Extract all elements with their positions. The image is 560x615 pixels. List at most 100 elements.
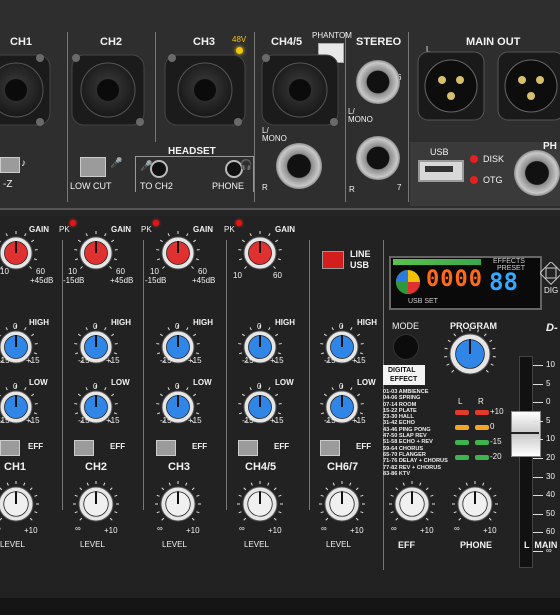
low-label: LOW xyxy=(357,378,376,387)
gain-scale: 60 xyxy=(116,267,125,276)
brand-d: D- xyxy=(546,322,558,334)
level-plus10-mark: +10 xyxy=(350,526,364,535)
eff-switch[interactable] xyxy=(320,440,340,456)
meter-led xyxy=(455,455,469,460)
line-label: LINE xyxy=(350,249,371,259)
fader-tick xyxy=(533,458,543,459)
gain-scale: 10 xyxy=(0,267,9,276)
low-zero-mark: 0 xyxy=(257,382,262,391)
low-plus15-mark: +15 xyxy=(352,416,366,425)
high-minus15-mark: -15 xyxy=(160,356,172,365)
high-label: HIGH xyxy=(29,318,49,327)
high-plus15-mark: +15 xyxy=(188,356,202,365)
brand-dig: DIG xyxy=(544,286,559,295)
low-plus15-mark: +15 xyxy=(270,416,284,425)
fader-scale-label: 60 xyxy=(546,527,555,537)
meter-led xyxy=(455,425,469,430)
brand-logo-icon xyxy=(540,262,560,286)
level-knob[interactable] xyxy=(155,481,201,522)
gain-scale: 10 xyxy=(233,271,242,280)
fader-slot xyxy=(519,356,533,568)
level-inf-mark: ∞ xyxy=(454,524,460,533)
eff-switch[interactable] xyxy=(0,440,20,456)
high-minus15-mark: -15 xyxy=(242,356,254,365)
eff-switch[interactable] xyxy=(74,440,94,456)
eff-label: EFF xyxy=(192,442,208,451)
phone-level-knob[interactable] xyxy=(452,481,498,522)
meter-r-label: R xyxy=(478,397,484,406)
high-label: HIGH xyxy=(193,318,213,327)
low-label: LOW xyxy=(193,378,212,387)
fader-scale-label: 50 xyxy=(546,508,555,518)
meter-led xyxy=(475,425,489,430)
level-knob[interactable] xyxy=(237,481,283,522)
gain-knob[interactable] xyxy=(74,231,118,270)
high-zero-mark: 0 xyxy=(13,322,18,331)
gain-knob[interactable] xyxy=(238,231,282,270)
high-plus15-mark: +15 xyxy=(352,356,366,365)
gain-db: -15dB xyxy=(63,276,85,285)
fader-tick xyxy=(533,402,543,404)
fader-line xyxy=(511,432,539,434)
level-plus10-mark: +10 xyxy=(104,526,118,535)
meter-led xyxy=(455,410,469,415)
eff-switch[interactable] xyxy=(238,440,258,456)
low-minus15-mark: -15 xyxy=(0,416,10,425)
fader-tick xyxy=(533,383,543,385)
high-label: HIGH xyxy=(275,318,295,327)
mode-button[interactable] xyxy=(393,334,419,360)
fader-tick xyxy=(533,495,543,497)
ch2-label: CH2 xyxy=(85,461,108,473)
low-zero-mark: 0 xyxy=(93,382,98,391)
level-knob[interactable] xyxy=(73,481,119,522)
level-inf-mark: ∞ xyxy=(239,524,245,533)
ch1-label: CH1 xyxy=(4,461,27,473)
eff-switch[interactable] xyxy=(156,440,176,456)
gain-knob[interactable] xyxy=(156,231,200,270)
gain-scale: 60 xyxy=(273,271,282,280)
gain-db: +45dB xyxy=(192,276,216,285)
eff-level-knob[interactable] xyxy=(389,481,435,522)
gain-scale: 60 xyxy=(36,267,45,276)
level-knob[interactable] xyxy=(0,481,39,522)
low-minus15-mark: -15 xyxy=(78,416,90,425)
fader-scale-label: 5 xyxy=(546,378,551,388)
low-zero-mark: 0 xyxy=(175,382,180,391)
meter-level-label: -15 xyxy=(490,437,502,446)
meter-led xyxy=(455,440,469,445)
meter-level-label: -20 xyxy=(490,452,502,461)
low-minus15-mark: -15 xyxy=(324,416,336,425)
eff-label: EFF xyxy=(356,442,372,451)
eff-level-label: EFF xyxy=(398,540,415,550)
fader-tick xyxy=(533,420,543,422)
program-knob[interactable] xyxy=(444,328,496,375)
gain-label: GAIN xyxy=(111,225,131,234)
level-label: LEVEL xyxy=(162,540,187,549)
meter-led xyxy=(475,455,489,460)
gain-knob[interactable] xyxy=(0,231,38,270)
level-label: LEVEL xyxy=(80,540,105,549)
low-label: LOW xyxy=(111,378,130,387)
level-plus10-mark: +10 xyxy=(420,526,434,535)
ch67-label: CH6/7 xyxy=(327,461,359,473)
fader-tick xyxy=(533,532,543,534)
meter-level-label: +10 xyxy=(490,407,504,416)
low-plus15-mark: +15 xyxy=(26,416,40,425)
main-fader[interactable] xyxy=(511,411,541,457)
fader-scale-label: 10 xyxy=(546,360,555,369)
level-knob[interactable] xyxy=(319,481,365,522)
line-usb-switch[interactable] xyxy=(322,251,344,269)
low-zero-mark: 0 xyxy=(339,382,344,391)
eff-label: EFF xyxy=(110,442,126,451)
low-minus15-mark: -15 xyxy=(160,416,172,425)
level-plus10-mark: +10 xyxy=(268,526,282,535)
high-plus15-mark: +15 xyxy=(270,356,284,365)
low-plus15-mark: +15 xyxy=(188,416,202,425)
gain-scale: 10 xyxy=(68,267,77,276)
color-wheel-icon xyxy=(396,270,420,294)
gain-db: +45dB xyxy=(110,276,134,285)
low-label: LOW xyxy=(29,378,48,387)
low-label: LOW xyxy=(275,378,294,387)
gain-scale: 10 xyxy=(150,267,159,276)
fader-scale-label: 10 xyxy=(546,434,555,444)
